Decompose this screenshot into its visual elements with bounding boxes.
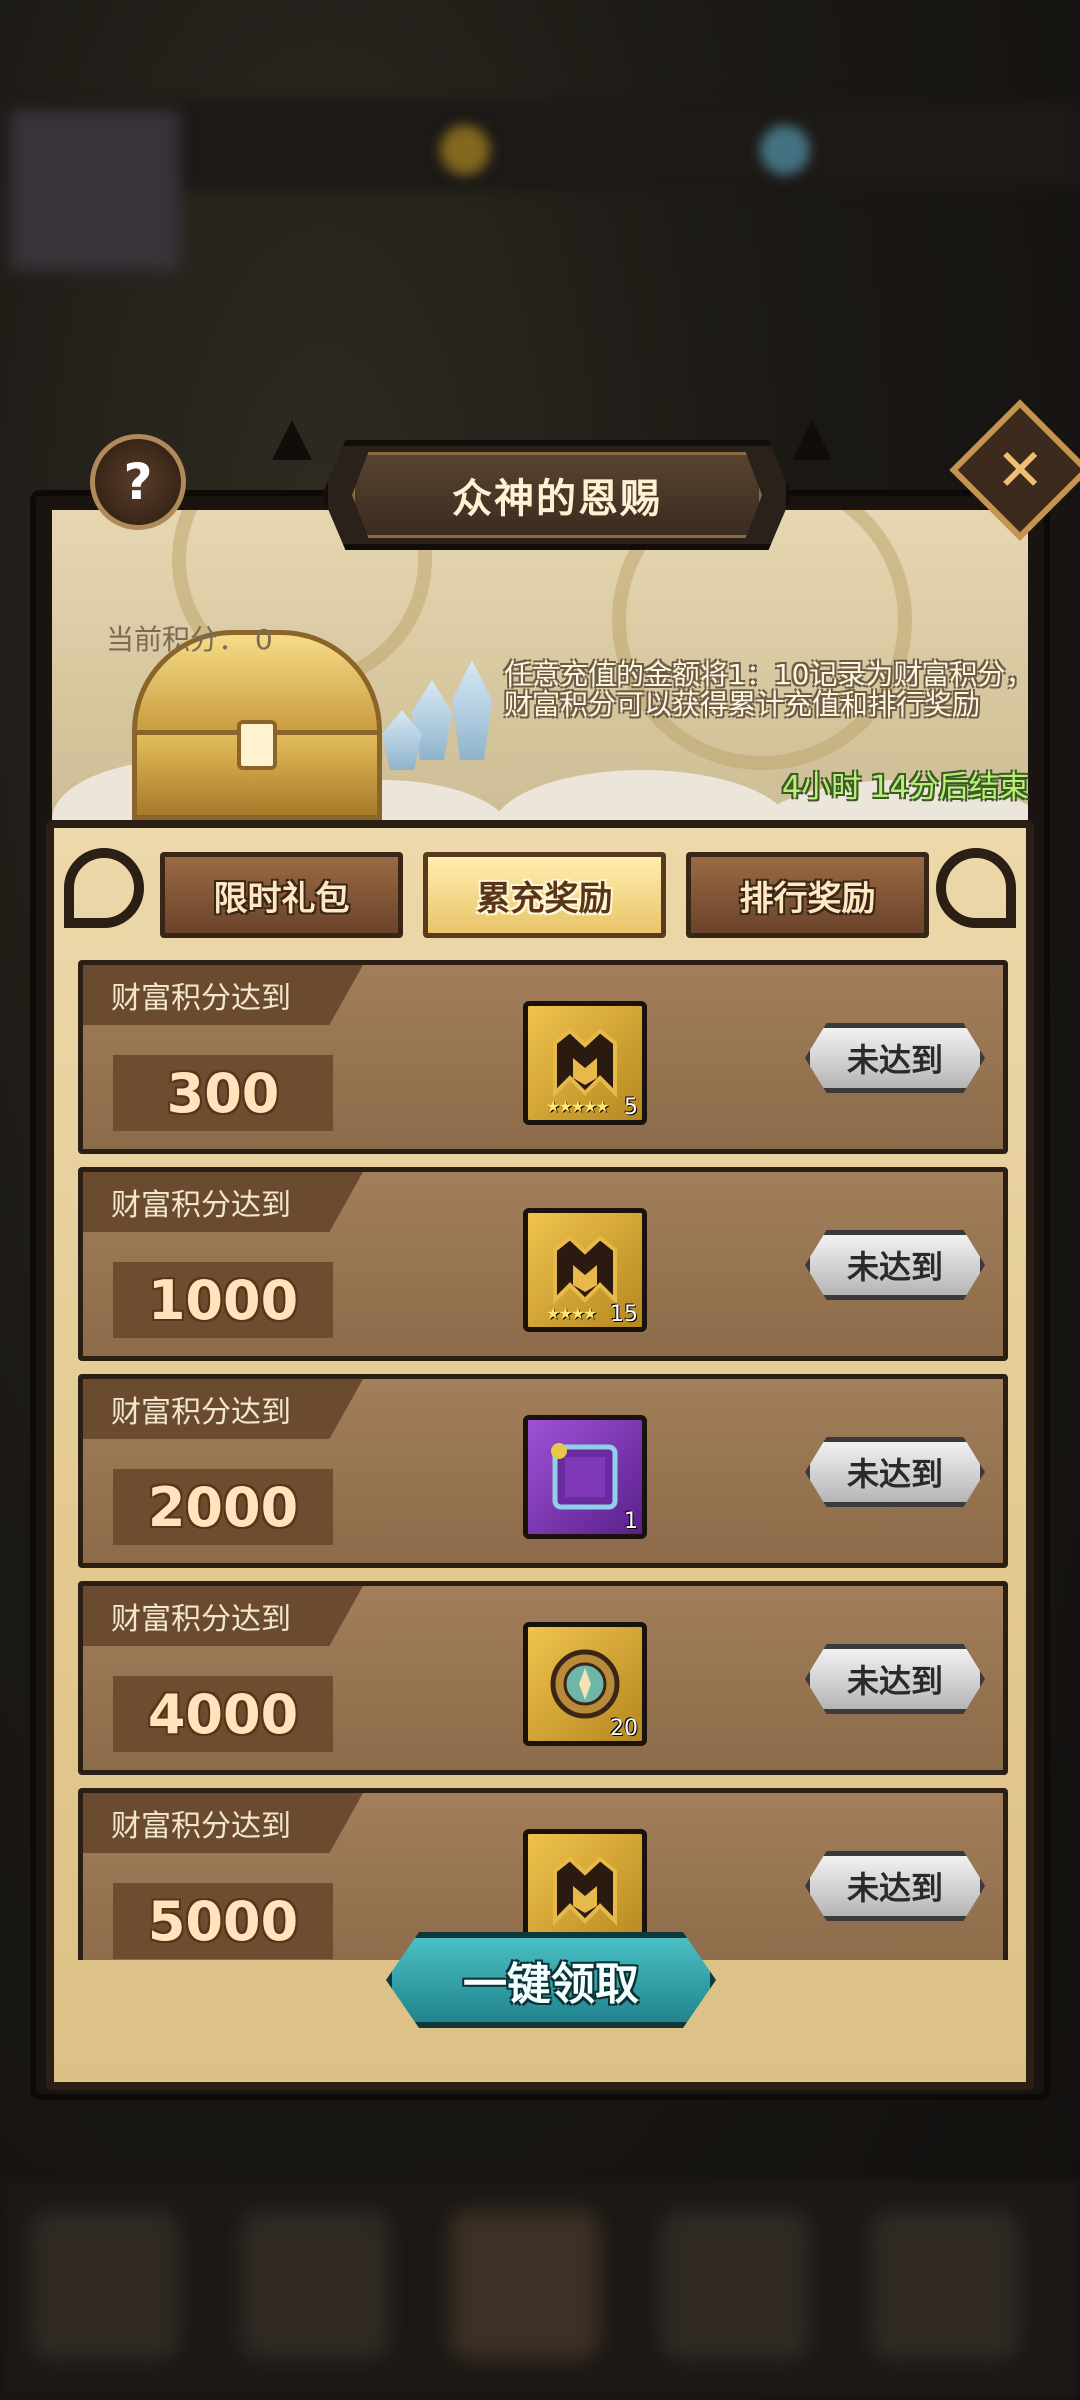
reward-item-slot[interactable]: ★★★★ 15	[523, 1208, 647, 1332]
reward-row: 财富积分达到 2000 1 未达到	[78, 1374, 1008, 1568]
status-not-reached-button[interactable]: 未达到	[805, 1437, 985, 1507]
item-stars: ★★★★★	[546, 1097, 610, 1116]
tab-cumulative-recharge[interactable]: 累充奖励	[423, 852, 666, 938]
reward-requirement-label: 财富积分达到	[111, 1395, 291, 1430]
reward-requirement-label: 财富积分达到	[111, 981, 291, 1016]
status-not-reached-button[interactable]: 未达到	[805, 1851, 985, 1921]
tab-limited-pack[interactable]: 限时礼包	[160, 852, 403, 938]
reward-item-slot[interactable]: 20	[523, 1622, 647, 1746]
item-count: 5	[624, 1095, 638, 1120]
event-countdown: 4小时 14分后结束	[782, 770, 1029, 805]
corner-ornament	[64, 848, 144, 928]
item-count: 15	[610, 1302, 638, 1327]
tab-ranking-rewards[interactable]: 排行奖励	[686, 852, 929, 938]
gods-gift-dialog: 当前积分： 0 任意充值的金额将1：10记录为财富积分，财富积分可以获得累计充值…	[22, 399, 1080, 2110]
reward-requirement-label: 财富积分达到	[111, 1602, 291, 1637]
reward-row: 财富积分达到 1000 ★★★★ 15 未达到	[78, 1167, 1008, 1361]
reward-requirement-label: 财富积分达到	[111, 1188, 291, 1223]
thorn-decoration	[792, 420, 832, 460]
item-count: 1	[624, 1509, 638, 1534]
reward-row: 财富积分达到 4000 20 未达到	[78, 1581, 1008, 1775]
reward-row: 财富积分达到 300 ★★★★★ 5 未达到	[78, 960, 1008, 1154]
tab-bar: 限时礼包 累充奖励 排行奖励	[160, 852, 930, 938]
status-not-reached-button[interactable]: 未达到	[805, 1230, 985, 1300]
frame-icon	[551, 1443, 618, 1510]
dialog-title: 众神的恩赐	[352, 452, 762, 538]
helmet-icon	[553, 1856, 617, 1926]
reward-list[interactable]: 财富积分达到 300 ★★★★★ 5 未达到 财富积分达到 1000 ★★★★ …	[78, 960, 1008, 1960]
reward-item-slot[interactable]: ★★★★★ 5	[523, 1001, 647, 1125]
compass-icon	[550, 1649, 620, 1719]
current-score: 当前积分： 0	[106, 618, 273, 658]
reward-threshold: 2000	[147, 1475, 299, 1539]
item-stars: ★★★★	[546, 1304, 597, 1323]
treasure-chest-icon	[132, 630, 382, 820]
reward-requirement-label: 财富积分达到	[111, 1809, 291, 1844]
reward-item-slot[interactable]: 1	[523, 1415, 647, 1539]
thorn-decoration	[272, 420, 312, 460]
reward-threshold: 5000	[147, 1889, 299, 1953]
current-score-label: 当前积分：	[106, 623, 247, 656]
close-icon: ✕	[995, 435, 1045, 504]
helmet-icon	[553, 1235, 617, 1305]
reward-threshold: 300	[166, 1061, 280, 1125]
status-not-reached-button[interactable]: 未达到	[805, 1644, 985, 1714]
corner-ornament	[936, 848, 1016, 928]
reward-threshold: 4000	[147, 1682, 299, 1746]
event-description: 任意充值的金额将1：10记录为财富积分，财富积分可以获得累计充值和排行奖励	[504, 658, 1034, 721]
helmet-icon	[553, 1028, 617, 1098]
reward-threshold: 1000	[147, 1268, 299, 1332]
claim-all-button[interactable]: 一键领取	[386, 1932, 716, 2028]
help-button[interactable]: ?	[90, 434, 186, 530]
crystal-icon	[452, 660, 492, 760]
current-score-value: 0	[254, 623, 273, 656]
status-not-reached-button[interactable]: 未达到	[805, 1023, 985, 1093]
item-count: 20	[610, 1716, 638, 1741]
